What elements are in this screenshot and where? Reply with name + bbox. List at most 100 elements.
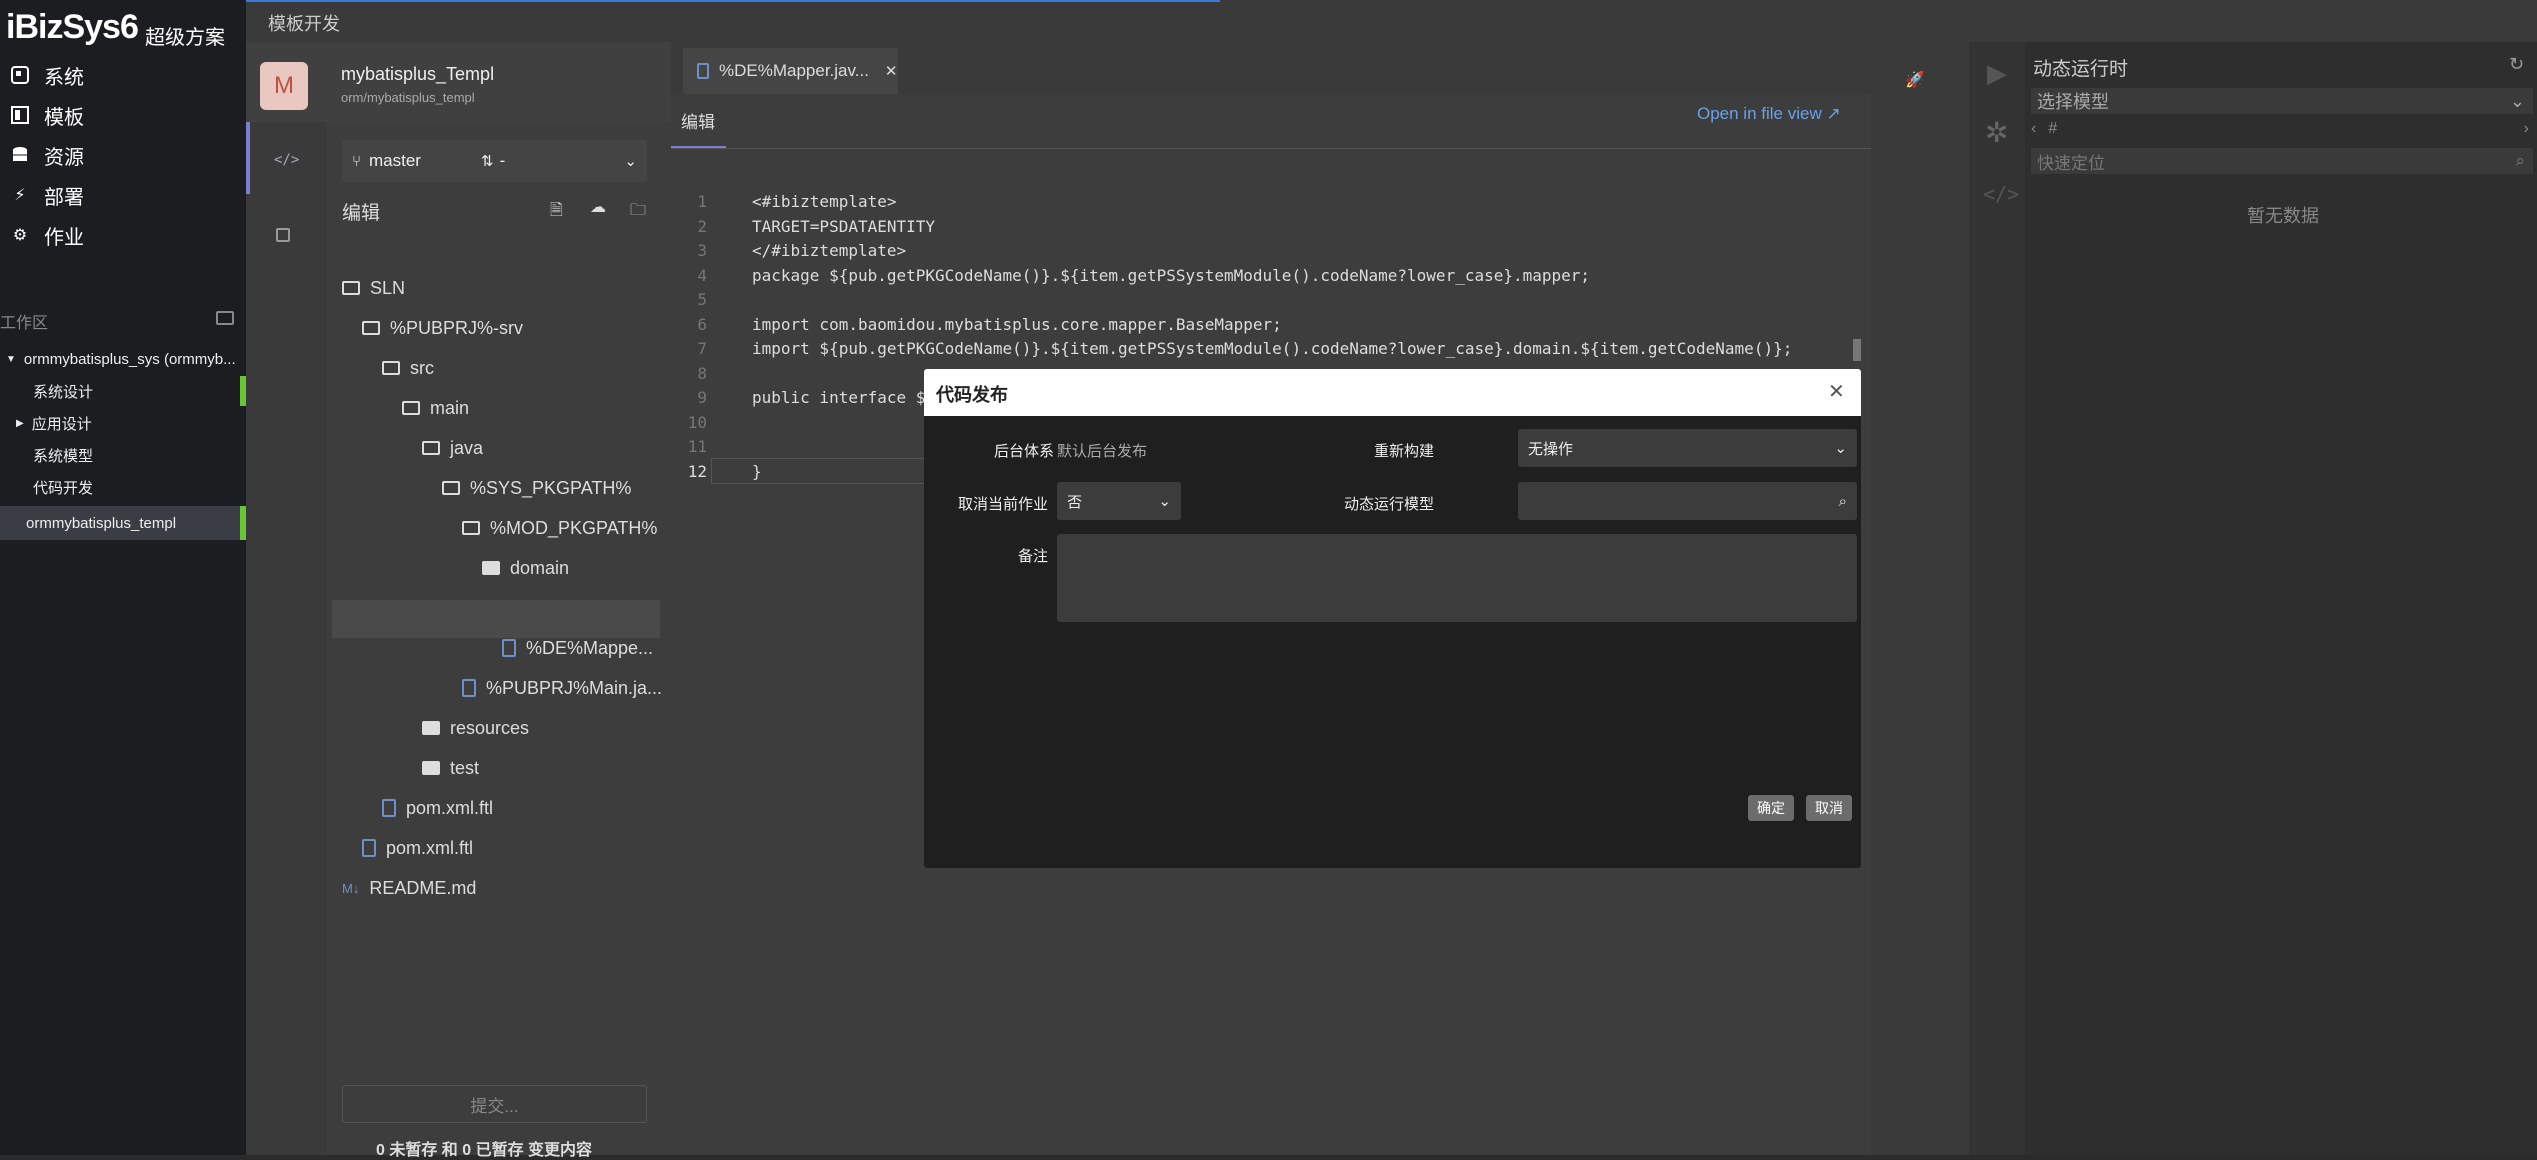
cancel-button[interactable]: 取消 <box>1806 795 1852 821</box>
model-hash: # <box>2048 120 2058 137</box>
refresh-icon[interactable]: ↻ <box>2509 54 2524 75</box>
nav-item-template[interactable]: 模板 <box>10 97 240 133</box>
bolt-icon: ⚡ <box>14 187 26 204</box>
workspace-active-item[interactable]: ormmybatisplus_templ <box>0 506 246 540</box>
remark-textarea[interactable] <box>1057 534 1857 622</box>
open-in-file-view-link[interactable]: Open in file view ↗ <box>1697 104 1841 124</box>
workspace-item-label: 代码开发 <box>33 479 94 497</box>
close-tab-icon[interactable]: ✕ <box>885 62 898 80</box>
rocket-icon[interactable]: 🚀 <box>1905 70 1925 90</box>
tree-item-label: %MOD_PKGPATH% <box>490 517 658 538</box>
play-icon[interactable]: ▶ <box>1987 58 2007 89</box>
editor-subtab[interactable]: 编辑 <box>681 108 715 133</box>
upload-icon[interactable]: ☁ <box>590 197 606 217</box>
new-file-icon[interactable]: 🗎 <box>550 199 563 226</box>
model-select[interactable]: 选择模型 ⌄ <box>2031 88 2533 114</box>
folder-open-icon <box>382 361 400 375</box>
cancel-job-label: 取消当前作业 <box>957 496 1048 513</box>
tree-item[interactable]: %SYS_PKGPATH% <box>442 472 631 504</box>
tree-item[interactable]: java <box>422 432 483 464</box>
file-icon <box>462 679 476 697</box>
scrollbar-thumb[interactable] <box>1853 339 1861 361</box>
line-number: 2 <box>697 216 707 236</box>
cancel-job-select[interactable]: 否 ⌄ <box>1057 482 1181 520</box>
tree-item-label: java <box>450 437 484 458</box>
commit-button[interactable]: 提交... <box>342 1085 647 1123</box>
editor-tab[interactable]: %DE%Mapper.jav... ✕ <box>683 48 898 94</box>
line-number: 4 <box>697 265 707 285</box>
folder-icon <box>482 561 500 575</box>
left-nav: iBizSys6 超级方案 系统 模板 资源 ⚡ 部署 ⚙ 作业 工作区 ▼ o… <box>0 0 246 1155</box>
chevron-right-icon[interactable]: › <box>2524 120 2529 138</box>
new-folder-icon[interactable]: 🗀 <box>630 199 646 226</box>
branch-name: master <box>369 151 421 170</box>
close-icon[interactable]: ✕ <box>1828 379 1845 404</box>
runtime-model-picker[interactable]: ⌕ <box>1518 482 1857 520</box>
project-path: orm/mybatisplus_templ <box>341 90 475 105</box>
line-number: 3 <box>697 241 707 260</box>
tree-item-label: resources <box>450 717 530 738</box>
settings-icon[interactable]: ✲ <box>1985 116 2008 149</box>
line-number: 8 <box>697 363 707 383</box>
code-icon[interactable]: </> <box>274 152 299 168</box>
nav-item-job[interactable]: ⚙ 作业 <box>10 217 240 253</box>
tree-item[interactable]: %PUBPRJ%Main.ja... <box>462 672 662 704</box>
tree-item[interactable]: src <box>382 352 434 384</box>
folder-icon <box>422 761 440 775</box>
tree-item[interactable]: M↓ README.md <box>342 872 476 904</box>
workspace-item-label: 系统模型 <box>33 447 94 465</box>
code-icon[interactable]: </> <box>1983 182 2019 206</box>
chevron-left-icon[interactable]: ‹ <box>2031 120 2036 138</box>
nav-label: 资源 <box>44 146 84 169</box>
caret-right-icon: ▶ <box>16 417 24 429</box>
tree-item-label: pom.xml.ftl <box>406 797 494 818</box>
tree-item[interactable]: %PUBPRJ%-srv <box>362 312 523 344</box>
gears-icon: ⚙ <box>12 227 28 244</box>
app-logo: iBizSys6 <box>6 8 139 46</box>
chevron-down-icon: ⌄ <box>2509 90 2525 111</box>
folder-open-icon <box>442 481 460 495</box>
avatar: M <box>260 62 308 110</box>
project-panel: M mybatisplus_Templ orm/mybatisplus_temp… <box>246 42 671 1159</box>
project-name[interactable]: mybatisplus_Templ <box>341 64 494 85</box>
line-number: 1 <box>697 192 707 211</box>
tree-item-label: %DE%Mappe... <box>526 637 654 658</box>
top-bar: 模板开发 <box>246 0 2537 42</box>
quick-search-placeholder: 快速定位 <box>2037 153 2105 173</box>
code-line: package ${pub.getPKGCodeName()}.${item.g… <box>752 265 1591 285</box>
file-icon <box>697 63 709 79</box>
workspace-root[interactable]: ▼ ormmybatisplus_sys (ormmyb... <box>6 344 246 374</box>
code-line: TARGET=PSDATAENTITY <box>752 216 936 236</box>
tree-item[interactable]: pom.xml.ftl <box>382 792 493 824</box>
rail-active-indicator <box>246 122 250 194</box>
quick-search[interactable]: 快速定位 ⌕ <box>2031 148 2533 174</box>
ok-button[interactable]: 确定 <box>1748 795 1794 821</box>
rebuild-select[interactable]: 无操作 ⌄ <box>1518 429 1857 467</box>
folder-icon[interactable] <box>216 311 234 325</box>
tree-item[interactable]: SLN <box>342 272 405 304</box>
tree-item[interactable]: test <box>422 752 479 784</box>
tree-item[interactable]: main <box>402 392 469 424</box>
tree-item[interactable]: domain <box>482 552 569 584</box>
tree-item[interactable]: resources <box>422 712 529 744</box>
branch-selector[interactable]: ⑂ master ⇅ - ⌄ <box>342 140 647 182</box>
record-icon[interactable] <box>276 228 290 242</box>
model-nav[interactable]: ‹ # › <box>2031 118 2533 140</box>
tree-item[interactable]: %MOD_PKGPATH% <box>462 512 657 544</box>
dialog-title: 代码发布 <box>936 385 1008 405</box>
workspace-item[interactable]: ▶ 应用设计 <box>16 408 246 438</box>
line-number: 11 <box>687 437 707 456</box>
nav-item-deploy[interactable]: ⚡ 部署 <box>10 177 240 213</box>
tree-item[interactable]: pom.xml.ftl <box>362 832 473 864</box>
nav-item-resource[interactable]: 资源 <box>10 137 240 173</box>
workspace-item[interactable]: 系统模型 <box>33 440 246 470</box>
line-number: 10 <box>687 412 707 432</box>
workspace-item[interactable]: 代码开发 <box>33 472 246 502</box>
workspace-item[interactable]: 系统设计 <box>33 376 246 406</box>
file-icon <box>502 639 516 657</box>
workspace-label: 工作区 <box>0 315 49 332</box>
tree-item-label: %SYS_PKGPATH% <box>470 477 632 498</box>
tree-item-label: SLN <box>370 277 406 298</box>
nav-item-system[interactable]: 系统 <box>10 57 240 93</box>
dialog-header: 代码发布 ✕ <box>924 369 1861 416</box>
